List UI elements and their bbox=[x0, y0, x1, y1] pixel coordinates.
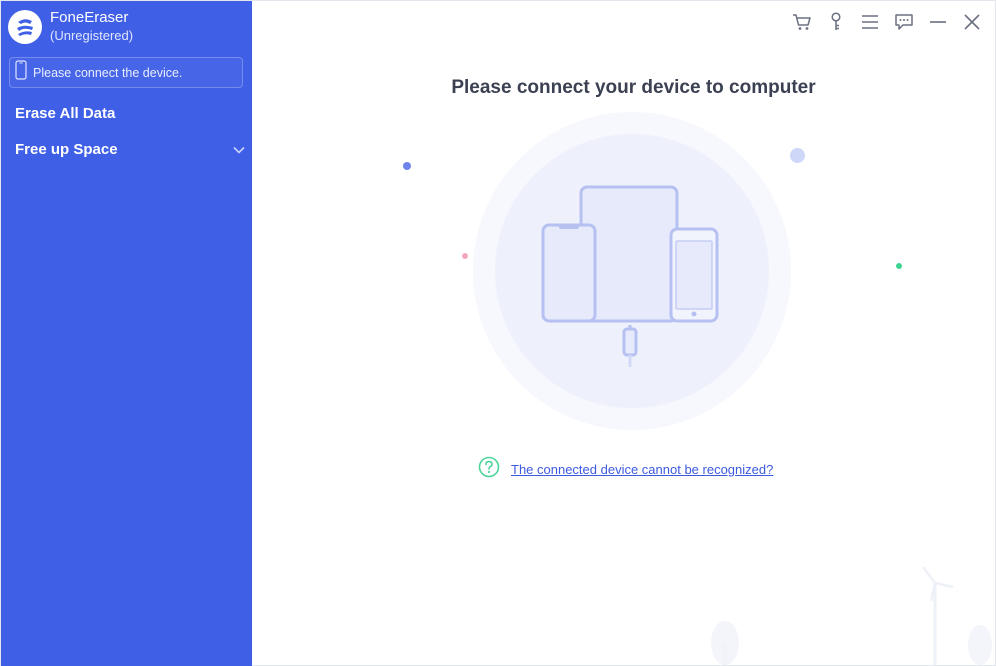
device-not-recognized-help[interactable]: The connected device cannot be recognize… bbox=[478, 456, 773, 483]
decor-dot bbox=[896, 263, 902, 269]
window-controls bbox=[779, 11, 983, 33]
registration-status[interactable]: (Unregistered) bbox=[50, 27, 133, 44]
sidebar-item-free-up-space[interactable]: Free up Space bbox=[15, 141, 245, 158]
sidebar: FoneEraser (Unregistered) Please connect… bbox=[1, 1, 252, 666]
feedback-icon[interactable] bbox=[893, 11, 915, 33]
key-icon[interactable] bbox=[825, 11, 847, 33]
foneeraser-logo-icon bbox=[8, 9, 42, 44]
devices-illustration-icon bbox=[537, 181, 727, 371]
sidebar-item-label: Free up Space bbox=[15, 141, 118, 158]
background-scenery bbox=[695, 565, 995, 665]
minimize-icon[interactable] bbox=[927, 11, 949, 33]
app-window: FoneEraser (Unregistered) Please connect… bbox=[0, 0, 996, 666]
cart-icon[interactable] bbox=[791, 11, 813, 33]
decor-dot bbox=[790, 148, 805, 163]
chevron-down-icon bbox=[233, 141, 245, 158]
device-connection-status: Please connect the device. bbox=[9, 57, 243, 88]
sidebar-item-erase-all-data[interactable]: Erase All Data bbox=[15, 105, 115, 122]
close-icon[interactable] bbox=[961, 11, 983, 33]
menu-icon[interactable] bbox=[859, 11, 881, 33]
decor-dot bbox=[403, 162, 411, 170]
sidebar-item-label: Erase All Data bbox=[15, 105, 116, 122]
question-circle-icon bbox=[478, 456, 500, 483]
brand: FoneEraser (Unregistered) bbox=[8, 9, 133, 44]
device-not-recognized-link[interactable]: The connected device cannot be recognize… bbox=[511, 462, 773, 477]
decor-dot bbox=[462, 253, 468, 259]
app-name: FoneEraser bbox=[50, 9, 129, 26]
phone-icon bbox=[15, 60, 27, 85]
page-title: Please connect your device to computer bbox=[451, 77, 816, 98]
device-status-text: Please connect the device. bbox=[33, 65, 183, 80]
